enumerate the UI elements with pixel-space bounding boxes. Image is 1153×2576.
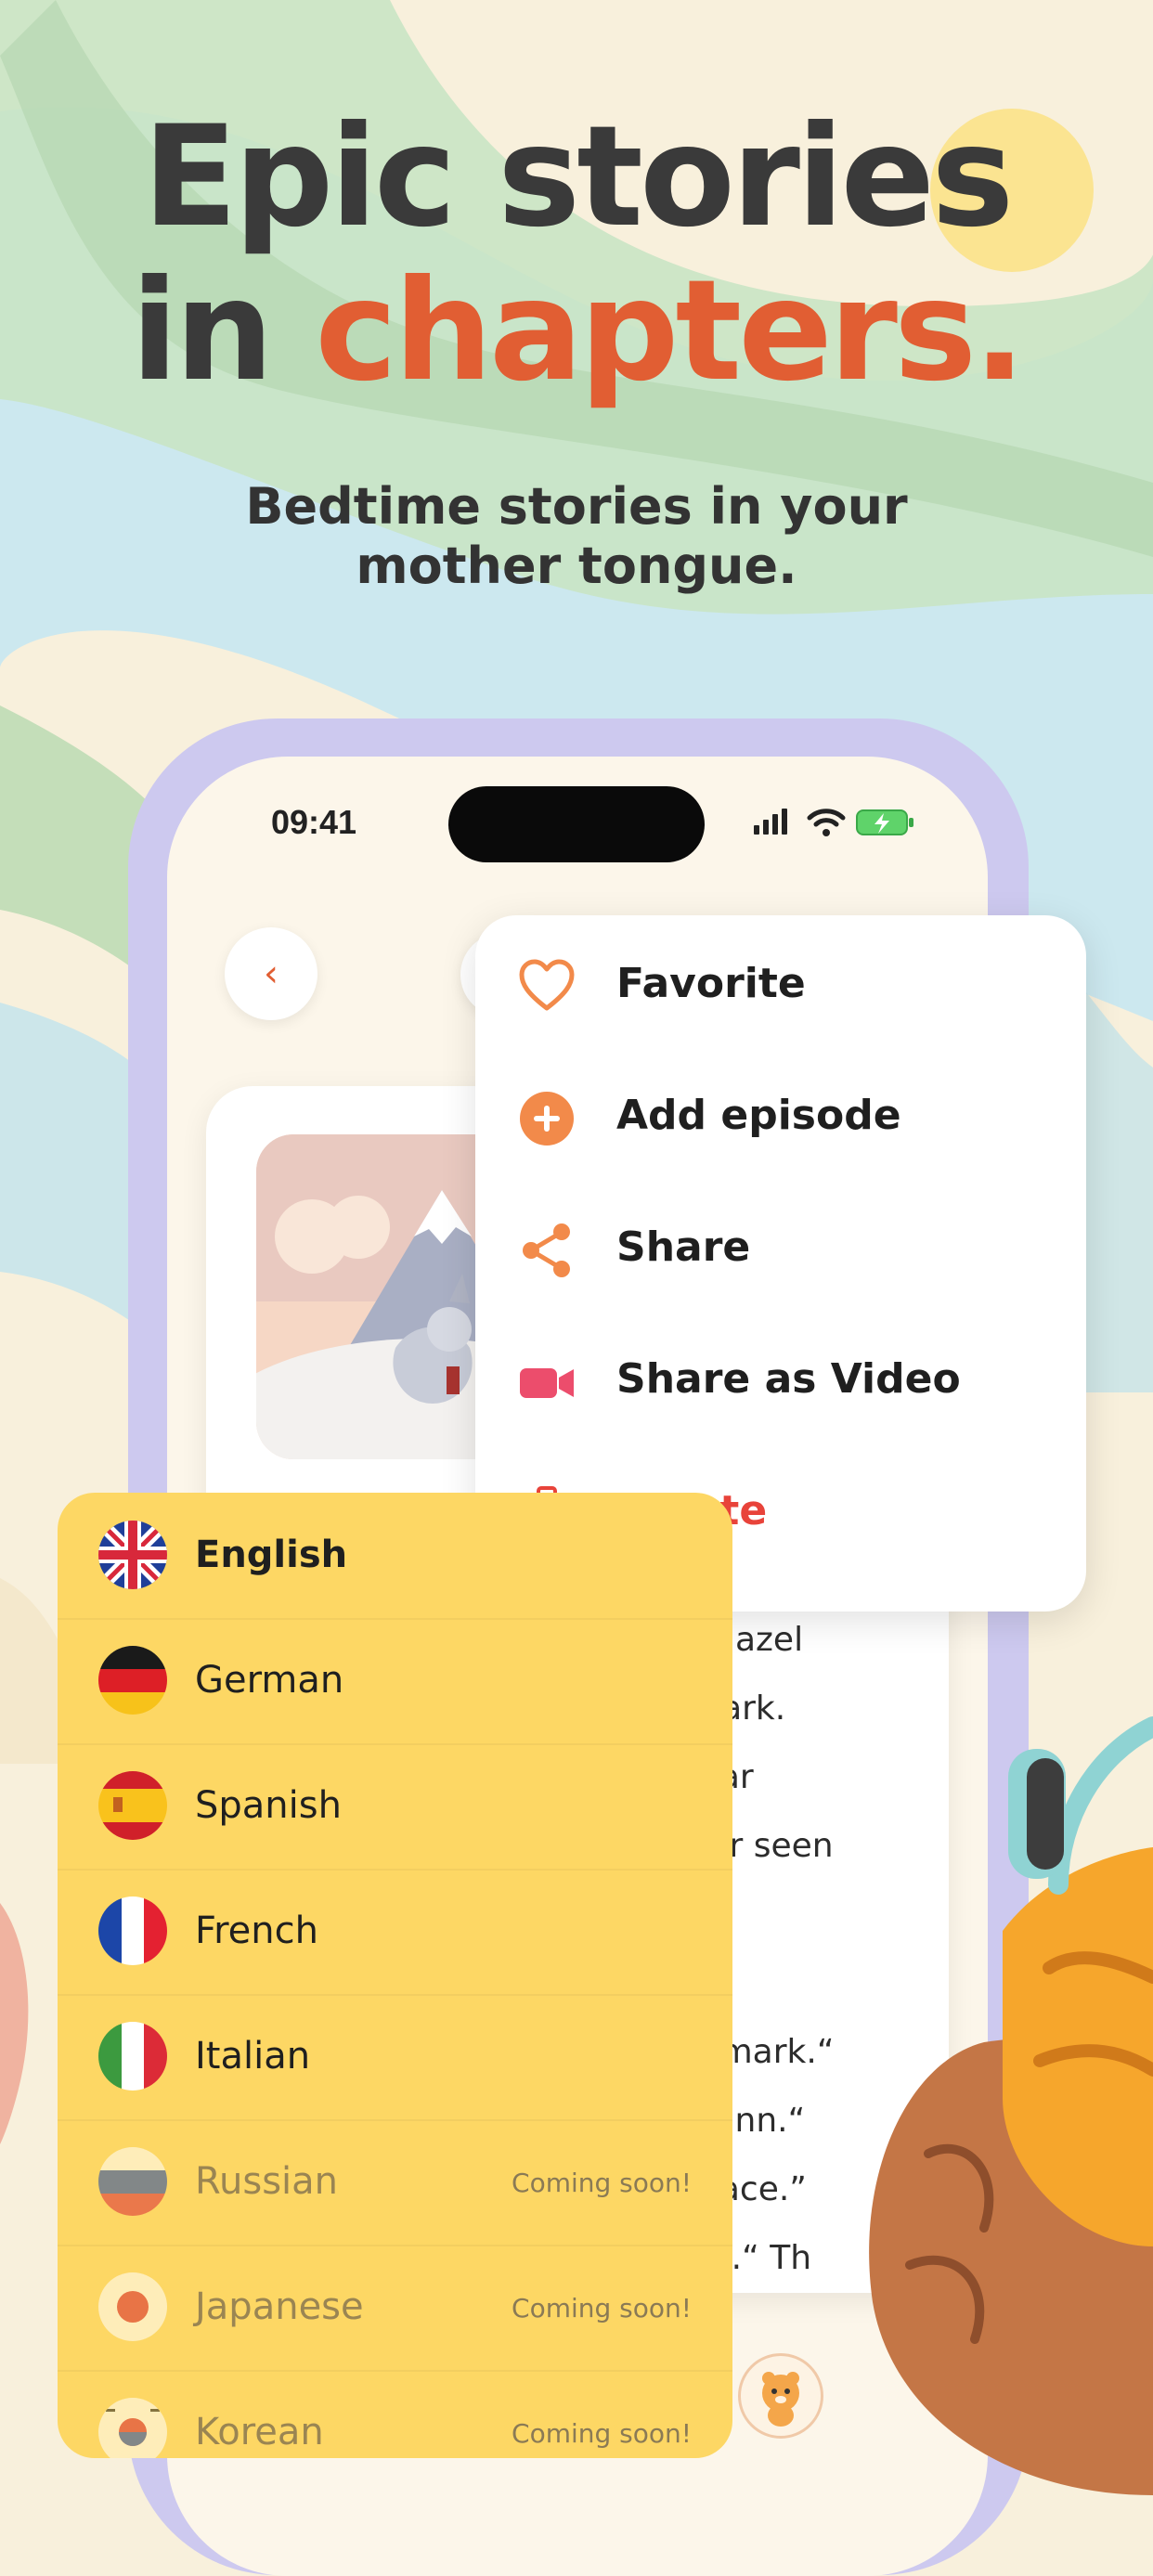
menu-item-label: Favorite: [616, 960, 806, 1007]
menu-item-label: Add episode: [616, 1092, 901, 1139]
language-name: Italian: [195, 2035, 311, 2078]
uk-flag-icon: [98, 1521, 167, 1589]
menu-item-label: Share as Video: [616, 1355, 961, 1403]
menu-item-share-as-video[interactable]: Share as Video: [475, 1311, 1086, 1443]
language-option-spanish[interactable]: Spanish: [58, 1743, 732, 1869]
subheadline: Bedtime stories in your mother tongue.: [0, 477, 1153, 596]
menu-item-label: Share: [616, 1223, 751, 1271]
menu-item-add-episode[interactable]: Add episode: [475, 1047, 1086, 1179]
headline-line-2: in chapters.: [0, 254, 1153, 408]
germany-flag-icon: [98, 1646, 167, 1715]
russia-flag-icon: [98, 2147, 167, 2216]
spain-flag-icon: [98, 1771, 167, 1840]
avatar[interactable]: [738, 2353, 823, 2439]
divider: [58, 2370, 732, 2372]
coming-soon-label: Coming soon!: [512, 2418, 692, 2449]
japan-flag-icon: [98, 2272, 167, 2341]
language-panel: English German Spanish French Italian Ru…: [58, 1493, 732, 2458]
back-button[interactable]: ‹: [225, 927, 317, 1020]
heart-icon: [519, 959, 575, 1011]
dynamic-island: [448, 786, 705, 862]
squirrel-tail-illustration: [0, 1903, 29, 2144]
language-option-korean: Korean Coming soon!: [58, 2370, 732, 2458]
subheadline-line-2: mother tongue.: [356, 537, 797, 595]
language-option-japanese: Japanese Coming soon!: [58, 2245, 732, 2370]
headline-line-2-prefix: in: [130, 251, 316, 412]
divider: [58, 1869, 732, 1871]
plus-circle-icon: [520, 1092, 574, 1146]
language-name: English: [195, 1534, 348, 1576]
tiger-avatar-icon: [762, 2372, 799, 2427]
subheadline-line-1: Bedtime stories in your: [245, 477, 908, 536]
share-icon: [523, 1223, 570, 1277]
headline-accent: chapters.: [315, 251, 1026, 412]
language-option-german[interactable]: German: [58, 1618, 732, 1743]
language-name: Russian: [195, 2160, 339, 2203]
language-option-french[interactable]: French: [58, 1869, 732, 1994]
video-camera-icon: [520, 1368, 574, 1398]
language-name: Japanese: [195, 2285, 364, 2328]
divider: [58, 2119, 732, 2121]
korea-flag-icon: [98, 2398, 167, 2458]
status-time: 09:41: [271, 803, 357, 841]
cellular-signal-icon: [754, 809, 787, 835]
status-icons: [754, 809, 913, 836]
coming-soon-label: Coming soon!: [512, 2293, 692, 2324]
headline-line-1: Epic stories: [142, 97, 1015, 258]
language-option-russian: Russian Coming soon!: [58, 2119, 732, 2245]
language-option-italian[interactable]: Italian: [58, 1994, 732, 2119]
language-option-english[interactable]: English: [58, 1493, 732, 1618]
wifi-icon: [807, 809, 846, 836]
france-flag-icon: [98, 1896, 167, 1965]
language-name: German: [195, 1659, 344, 1702]
chevron-left-icon: ‹: [264, 952, 279, 995]
language-name: Korean: [195, 2411, 324, 2453]
language-name: French: [195, 1909, 318, 1952]
battery-charging-icon: [856, 809, 913, 835]
italy-flag-icon: [98, 2022, 167, 2091]
coming-soon-label: Coming soon!: [512, 2168, 692, 2198]
menu-item-favorite[interactable]: Favorite: [475, 915, 1086, 1047]
lion-mascot-illustration: [869, 1716, 1153, 2495]
divider: [58, 1743, 732, 1745]
divider: [58, 2245, 732, 2246]
divider: [58, 1994, 732, 1996]
language-name: Spanish: [195, 1784, 342, 1827]
menu-item-share[interactable]: Share: [475, 1179, 1086, 1311]
divider: [58, 1618, 732, 1620]
headline: Epic stories in chapters.: [0, 100, 1153, 408]
